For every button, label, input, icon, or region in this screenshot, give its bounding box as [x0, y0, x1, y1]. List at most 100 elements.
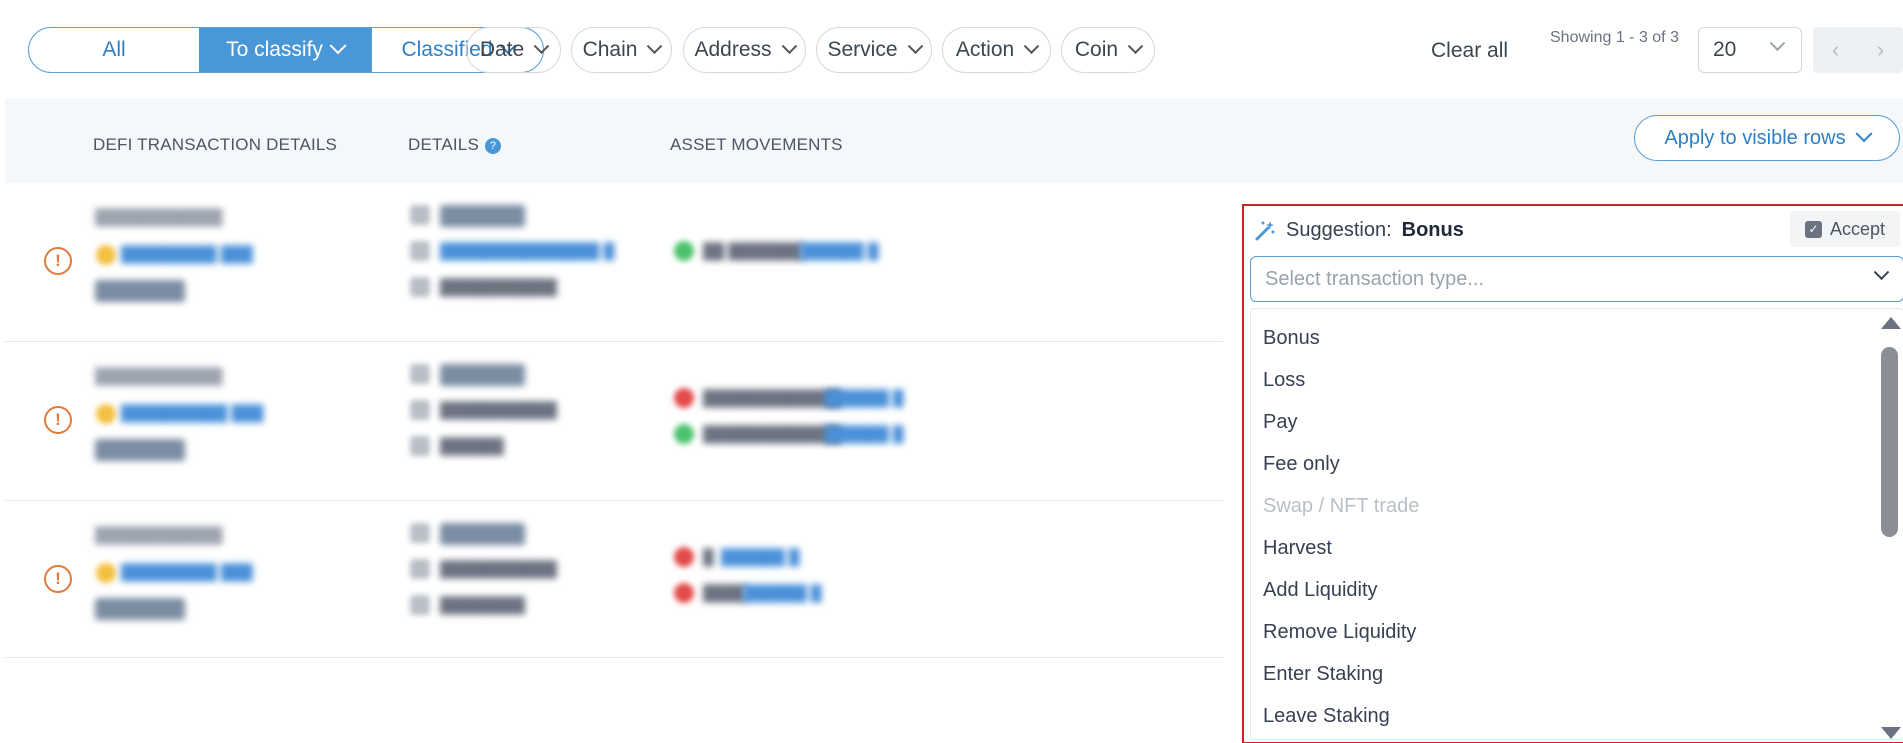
- blurred-tag: [440, 205, 525, 227]
- option-add-liquidity[interactable]: Add Liquidity: [1251, 569, 1903, 611]
- option-loss[interactable]: Loss: [1251, 359, 1903, 401]
- scroll-down-icon[interactable]: [1881, 727, 1901, 739]
- asset-out-icon: [674, 388, 694, 408]
- header-asset-movements: ASSET MOVEMENTS: [670, 135, 843, 154]
- chevron-down-icon: [907, 37, 923, 54]
- warning-icon: !: [44, 406, 72, 434]
- option-bonus[interactable]: Bonus: [1251, 317, 1903, 359]
- blurred-icon: [410, 559, 430, 579]
- suggestion-panel: Suggestion: Bonus ✓ Accept Select transa…: [1242, 204, 1903, 743]
- table-header: DEFI TRANSACTION DETAILS DETAILS? ASSET …: [5, 98, 1903, 183]
- transaction-type-select[interactable]: Select transaction type...: [1250, 256, 1903, 302]
- transaction-type-placeholder: Select transaction type...: [1265, 267, 1485, 290]
- blurred-icon: [410, 595, 430, 615]
- option-swap-nft-trade: Swap / NFT trade: [1263, 494, 1420, 517]
- filter-address[interactable]: Address: [683, 27, 806, 73]
- blurred-amount: █████████████: [703, 426, 842, 443]
- results-count: Showing 1 - 3 of 3: [1550, 29, 1679, 46]
- asset-out-icon: [674, 547, 694, 567]
- blurred-icon: [410, 205, 430, 225]
- blurred-icon: [410, 523, 430, 543]
- filter-bar: All To classify Classified Date Chain Ad…: [5, 5, 1903, 98]
- option-leave-staking[interactable]: Leave Staking: [1251, 695, 1903, 737]
- blurred-icon: [410, 277, 430, 297]
- header-details: DETAILS?: [408, 135, 501, 155]
- filter-action-label: Action: [955, 38, 1015, 61]
- blurred-amount: █████████████: [703, 390, 842, 407]
- option-remove-liquidity[interactable]: Remove Liquidity: [1251, 611, 1903, 653]
- filter-chain[interactable]: Chain: [571, 27, 672, 73]
- blurred-tag: [95, 439, 185, 461]
- checkbox-checked-icon: ✓: [1804, 220, 1822, 238]
- segment-all-label: All: [102, 38, 126, 61]
- transactions-page: All To classify Classified Date Chain Ad…: [5, 5, 1903, 743]
- filter-coin-label: Coin: [1074, 38, 1119, 61]
- table-row[interactable]: ! ████████████ █████████ ███ ███████████…: [5, 501, 1223, 658]
- filter-service[interactable]: Service: [816, 27, 932, 73]
- suggestion-label: Suggestion:: [1286, 219, 1392, 241]
- apply-to-visible-rows-label: Apply to visible rows: [1664, 126, 1846, 149]
- blurred-icon: [410, 364, 430, 384]
- option-pay[interactable]: Pay: [1251, 401, 1903, 443]
- chain-icon: [96, 245, 116, 265]
- blurred-hash: █████████ ███: [121, 246, 253, 263]
- blurred-text: ███████████: [440, 561, 557, 578]
- option-enter-staking[interactable]: Enter Staking: [1251, 653, 1903, 695]
- blurred-hash: ██████████ ███: [121, 405, 264, 422]
- prev-page-button[interactable]: ‹: [1832, 37, 1839, 63]
- blurred-text: ██████: [440, 438, 504, 455]
- next-page-button[interactable]: ›: [1877, 37, 1884, 63]
- clear-all-button[interactable]: Clear all: [1431, 39, 1508, 63]
- blurred-text: ████████: [440, 597, 526, 614]
- asset-in-icon: [674, 241, 694, 261]
- scroll-up-icon[interactable]: [1881, 317, 1901, 329]
- blurred-date: ████████████: [95, 209, 223, 226]
- blurred-link: ███████████████ █: [440, 243, 615, 260]
- chevron-down-icon: [329, 37, 347, 55]
- warning-icon: !: [44, 247, 72, 275]
- option-harvest[interactable]: Harvest: [1251, 527, 1903, 569]
- header-details-label: DETAILS: [408, 135, 479, 154]
- page-size-select[interactable]: 20: [1698, 27, 1802, 73]
- transaction-type-dropdown: Bonus Loss Pay Fee only Swap / NFT trade…: [1250, 308, 1903, 740]
- table-row[interactable]: ! ████████████ █████████ ███ ███████████…: [5, 183, 1223, 342]
- page-size-value: 20: [1713, 38, 1737, 61]
- table-row[interactable]: ! ████████████ ██████████ ███ ██████████…: [5, 342, 1223, 501]
- blurred-hash: █████████ ███: [121, 564, 253, 581]
- chevron-down-icon: [1769, 35, 1786, 52]
- blurred-date: ████████████: [95, 527, 223, 544]
- scrollbar-thumb[interactable]: [1881, 347, 1898, 537]
- filter-date[interactable]: Date: [466, 27, 561, 73]
- segment-to-classify[interactable]: To classify: [199, 28, 371, 72]
- help-icon[interactable]: ?: [485, 137, 501, 154]
- segment-all[interactable]: All: [29, 28, 199, 72]
- accept-button[interactable]: ✓ Accept: [1790, 211, 1900, 247]
- blurred-asset-link: ██████ █: [825, 390, 904, 407]
- blurred-asset-link: ██████ █: [721, 549, 800, 566]
- chevron-down-icon: [647, 37, 663, 54]
- suggestion-header: Suggestion: Bonus: [1254, 219, 1464, 242]
- warning-icon: !: [44, 565, 72, 593]
- pagination: ‹ ›: [1813, 27, 1903, 73]
- chevron-down-icon: [1023, 37, 1040, 54]
- filter-address-label: Address: [694, 38, 772, 61]
- blurred-text: ███████████: [440, 279, 557, 296]
- blurred-amount: ██ ███████: [703, 243, 803, 260]
- accept-label: Accept: [1829, 218, 1886, 239]
- header-defi-transaction-details: DEFI TRANSACTION DETAILS: [93, 135, 338, 154]
- blurred-tag: [95, 598, 185, 620]
- chevron-down-icon: [1873, 264, 1890, 281]
- blurred-tag: [95, 280, 185, 302]
- blurred-text: ███████████: [440, 402, 557, 419]
- apply-to-visible-rows-button[interactable]: Apply to visible rows: [1634, 115, 1900, 161]
- blurred-asset-link: ██████ █: [743, 585, 822, 602]
- chevron-down-icon: [1855, 125, 1873, 143]
- blurred-icon: [410, 241, 430, 261]
- option-fee-only[interactable]: Fee only: [1251, 443, 1903, 485]
- chain-icon: [96, 563, 116, 583]
- blurred-icon: [410, 400, 430, 420]
- blurred-amount: █: [703, 549, 714, 566]
- filter-coin[interactable]: Coin: [1061, 27, 1155, 73]
- blurred-tag: [440, 364, 525, 386]
- filter-action[interactable]: Action: [942, 27, 1051, 73]
